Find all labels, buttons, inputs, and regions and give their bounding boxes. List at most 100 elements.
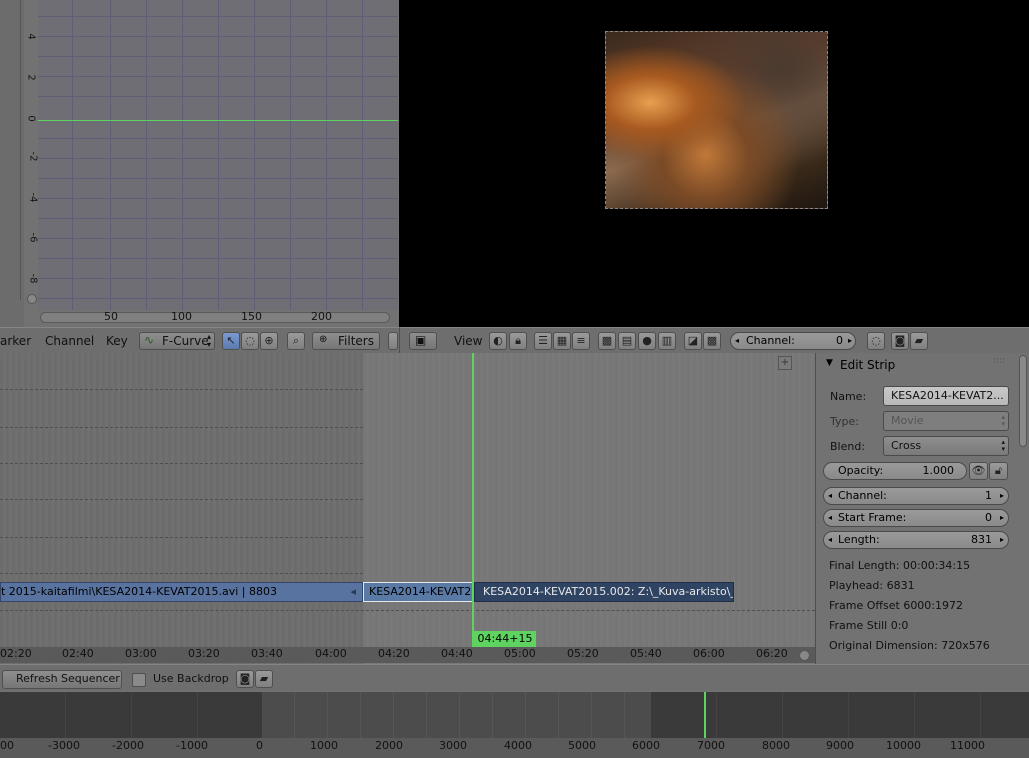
graph-y-label: 2 (25, 74, 37, 81)
channel-value: 0 (836, 334, 843, 347)
frame-label: -1000 (176, 739, 208, 752)
info-final-length: Final Length: 00:00:34:15 (829, 559, 971, 572)
length-label: Length: (838, 533, 880, 546)
frame-label: 4000 (504, 739, 532, 752)
channel-label: Channel: (746, 334, 795, 347)
frame-label: 10000 (886, 739, 921, 752)
menu-view[interactable]: View (454, 334, 482, 348)
lock-icon[interactable]: 🔓︎ (989, 462, 1008, 480)
graph-grid[interactable] (38, 0, 398, 310)
frame-label: -3000 (48, 739, 80, 752)
ghost-icon[interactable]: ◌ (867, 332, 885, 350)
graph-x-label: 50 (104, 310, 118, 323)
editor-type-icon[interactable]: ▣ (409, 332, 437, 350)
time-label: 02:20 (0, 647, 32, 660)
frame-label: 7000 (697, 739, 725, 752)
clapper-icon[interactable]: ▰ (255, 670, 273, 688)
info-frame-offset: Frame Offset 6000:1972 (829, 599, 964, 612)
zoom-search-icon[interactable]: ⌕ (287, 332, 305, 350)
render-image-icon[interactable]: ◙ (891, 332, 909, 350)
sequencer-range (363, 353, 815, 664)
frame-label: 3000 (439, 739, 467, 752)
circle-icon[interactable]: ● (638, 332, 656, 350)
add-icon[interactable]: + (778, 356, 792, 370)
channel-field[interactable]: ◂ Channel: 0 ▸ (730, 332, 856, 350)
gradient-icon[interactable]: ◪ (684, 332, 702, 350)
frame-label: 1000 (310, 739, 338, 752)
lock-icon[interactable]: 🔒︎ (509, 332, 527, 350)
length-field[interactable]: ◂ Length: 831 ▸ (823, 531, 1009, 549)
drag-grip-icon[interactable]: :::: (993, 356, 1005, 366)
channel-property-field[interactable]: ◂ Channel: 1 ▸ (823, 487, 1009, 505)
timeline-playhead[interactable] (704, 692, 706, 738)
menu-marker[interactable]: arker (0, 334, 31, 348)
fcurve-mode-dropdown[interactable]: ∿ F-Curve ▴ ▾ (139, 332, 215, 350)
filters-button[interactable]: ⊕ Filters (312, 332, 380, 350)
graph-x-scrollbar[interactable] (40, 312, 390, 323)
filter-icon: ⊕ (319, 334, 328, 345)
time-label: 06:20 (756, 647, 788, 660)
sequencer-time-ruler[interactable]: 02:20 02:40 03:00 03:20 03:40 04:00 04:2… (0, 647, 815, 663)
toggle-icon[interactable] (388, 332, 398, 350)
ghost-icon[interactable]: ◌ (241, 332, 259, 350)
opacity-field[interactable]: Opacity: 1.000 (823, 462, 967, 480)
refresh-sequencer-button[interactable]: Refresh Sequencer (2, 670, 122, 689)
waveform-icon[interactable]: ☰ (534, 332, 552, 350)
strip-label: t 2015-kaitafilmi\KESA2014-KEVAT2015.avi… (1, 585, 277, 598)
graph-y-label: -2 (27, 151, 39, 162)
movie-strip-right[interactable]: KESA2014-KEVAT2015.002: Z:\_Kuva-arkisto… (474, 582, 734, 602)
refresh-sequencer-label: Refresh Sequencer (16, 672, 120, 685)
clapper-icon[interactable]: ▰ (910, 332, 928, 350)
start-frame-field[interactable]: ◂ Start Frame: 0 ▸ (823, 509, 1009, 527)
info-frame-still: Frame Still 0:0 (829, 619, 909, 632)
type-select: Movie ▴ ▾ (883, 411, 1009, 431)
playhead-label[interactable]: 04:44+15 (474, 631, 536, 647)
timeline-editor[interactable]: 00 -3000 -2000 -1000 0 1000 2000 3000 40… (0, 692, 1029, 758)
layers-icon[interactable]: ≡ (572, 332, 590, 350)
movie-strip-left[interactable]: t 2015-kaitafilmi\KESA2014-KEVAT2015.avi… (0, 582, 363, 602)
timeline-scroll-handle[interactable] (799, 650, 810, 661)
graph-y-scrollbar-handle[interactable] (27, 294, 37, 304)
timeline-frame-range (262, 692, 651, 738)
frame-label: 6000 (632, 739, 660, 752)
panel-scrollbar[interactable] (1019, 355, 1027, 447)
histogram-icon[interactable]: ▥ (658, 332, 676, 350)
playhead-line[interactable] (472, 353, 474, 647)
graph-editor[interactable]: 4 2 0 -2 -4 -6 -8 50 100 150 200 (0, 0, 398, 327)
chevron-updown-icon: ▴ ▾ (1001, 438, 1005, 453)
use-backdrop-checkbox[interactable] (132, 673, 146, 687)
opacity-value: 1.000 (922, 464, 955, 477)
chevron-updown-icon: ▴ ▾ (1001, 413, 1005, 428)
lifebuoy-icon[interactable]: ⊕ (260, 332, 278, 350)
checker-red-icon[interactable]: ▩ (598, 332, 616, 350)
frame-label: 11000 (950, 739, 985, 752)
use-backdrop-label: Use Backdrop (153, 672, 229, 685)
frame-label: 2000 (375, 739, 403, 752)
frame-label: 00 (0, 739, 14, 752)
start-frame-label: Start Frame: (838, 511, 907, 524)
start-frame-value: 0 (985, 511, 992, 524)
graph-editor-header: arker Channel Key ∿ F-Curve ▴ ▾ ↖ ◌ ⊕ ⌕ ⊕… (0, 327, 399, 353)
panel-header[interactable]: ▼ Edit Strip :::: (816, 355, 1016, 375)
movie-strip-selected[interactable]: KESA2014-KEVAT2 (363, 582, 473, 602)
blend-label: Blend: (830, 440, 866, 453)
time-label: 03:00 (125, 647, 157, 660)
select-cursor-icon[interactable]: ↖ (222, 332, 240, 350)
graph-x-ruler: 50 100 150 200 (38, 310, 398, 327)
render-image-icon[interactable]: ◙ (236, 670, 254, 688)
filters-label: Filters (338, 334, 374, 348)
name-label: Name: (830, 390, 867, 403)
eye-icon[interactable]: 👁︎ (969, 462, 988, 480)
time-label: 05:20 (567, 647, 599, 660)
blend-value: Cross (891, 439, 922, 452)
alpha-checker-icon[interactable]: ▩ (703, 332, 721, 350)
display-channel-icon[interactable]: ◐ (489, 332, 507, 350)
sequencer-timeline-area[interactable]: t 2015-kaitafilmi\KESA2014-KEVAT2015.avi… (0, 353, 815, 664)
name-field[interactable]: KESA2014-KEVAT2... (883, 386, 1009, 406)
menu-channel[interactable]: Channel (45, 334, 94, 348)
blend-select[interactable]: Cross ▴ ▾ (883, 436, 1009, 456)
image-icon[interactable]: ▤ (618, 332, 636, 350)
time-label: 03:40 (251, 647, 283, 660)
menu-key[interactable]: Key (106, 334, 128, 348)
checker-icon[interactable]: ▦ (553, 332, 571, 350)
